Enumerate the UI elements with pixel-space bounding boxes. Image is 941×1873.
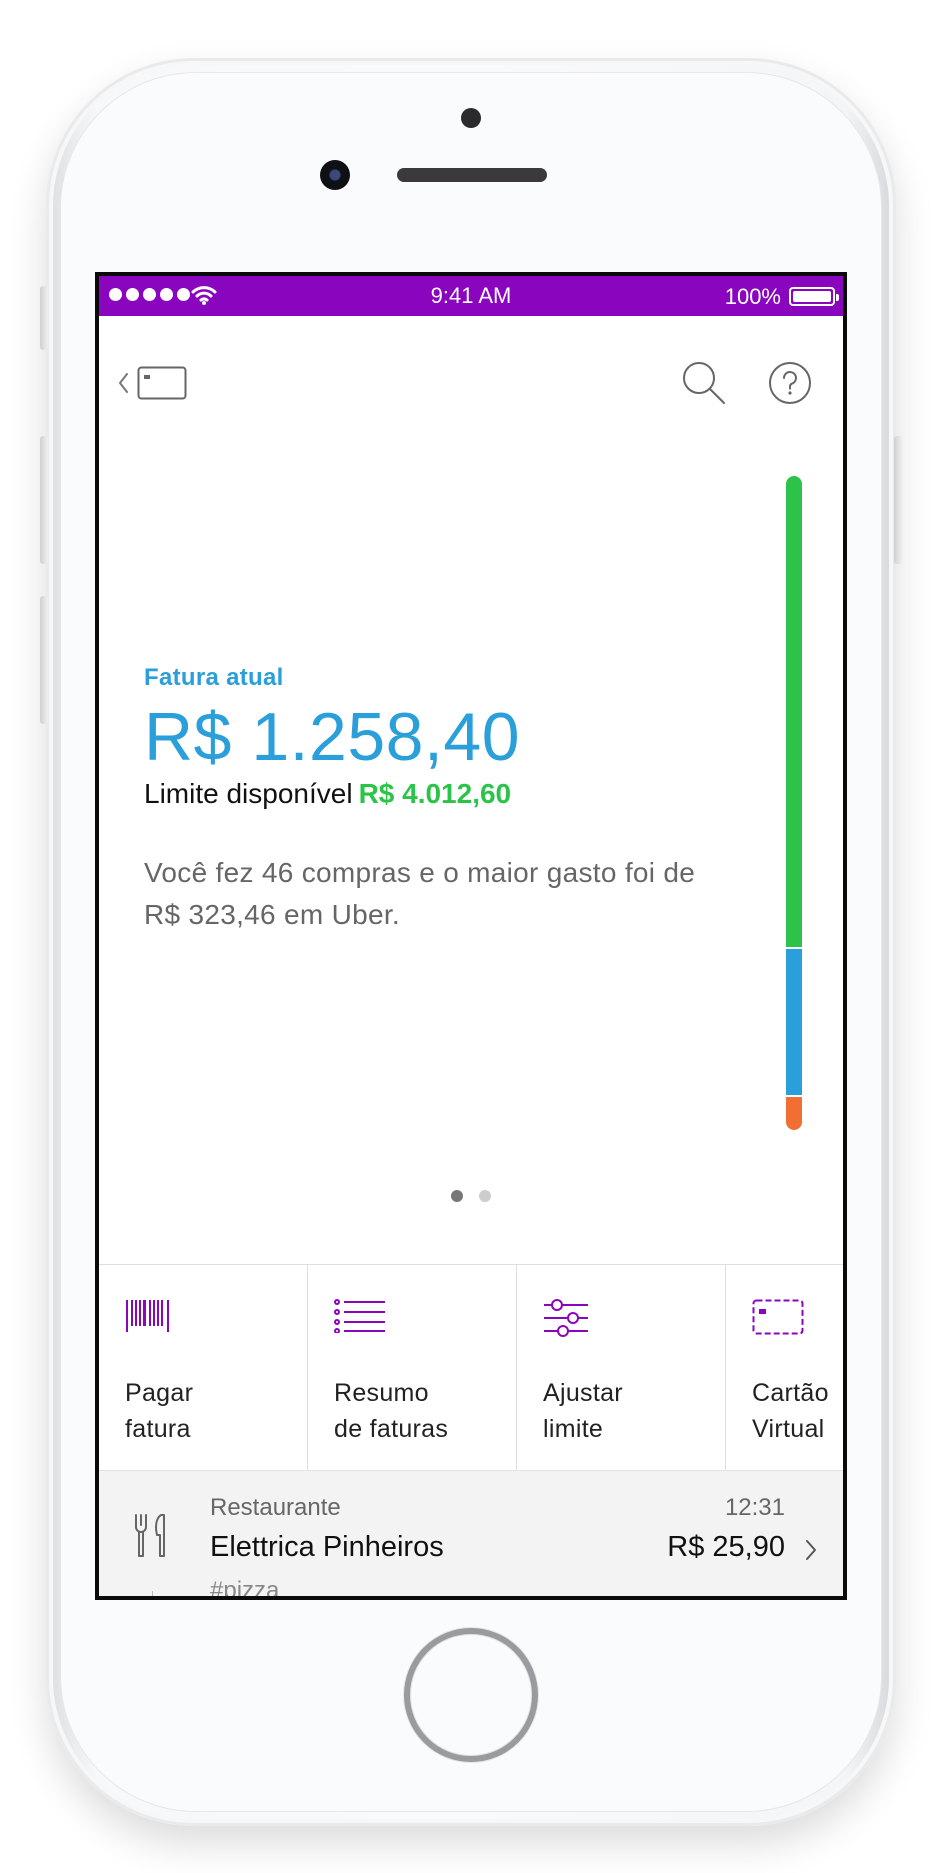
front-camera (320, 160, 350, 190)
invoice-label: Fatura atual (144, 664, 284, 691)
card-icon (137, 366, 187, 400)
sliders-icon (544, 1299, 588, 1337)
action-tiles: Pagar fatura Resumo de faturas Ajustar l… (99, 1264, 843, 1471)
adjust-limit-tile[interactable]: Ajustar limite (517, 1265, 726, 1471)
available-limit-label: Limite disponível (144, 778, 353, 809)
invoice-summary-label: Resumo de faturas (334, 1379, 449, 1443)
transaction-time: 12:31 (724, 1494, 785, 1521)
battery-icon (789, 287, 839, 306)
page-dot-2[interactable] (479, 1190, 491, 1202)
earpiece-speaker (397, 168, 547, 182)
limit-usage-bar (786, 476, 802, 1130)
available-limit-value: R$ 4.012,60 (358, 778, 512, 809)
transaction-tag: #pizza (210, 1577, 280, 1600)
transaction-amount: R$ 25,90 (667, 1531, 785, 1563)
mute-switch (40, 286, 48, 350)
status-bar: 9:41 AM 100% (99, 276, 843, 316)
limit-bar-segment-1 (786, 476, 802, 948)
volume-down-button (40, 596, 48, 724)
transaction-category: Restaurante (210, 1494, 341, 1521)
virtual-card-icon (752, 1299, 804, 1335)
help-button[interactable] (767, 360, 813, 406)
invoice-summary: Fatura atual R$ 1.258,40 Limite disponív… (144, 664, 724, 936)
chevron-left-icon (119, 373, 128, 393)
available-limit: Limite disponível R$ 4.012,60 (144, 778, 724, 810)
limit-bar-segment-3 (786, 1094, 802, 1130)
timeline-connector (152, 1591, 153, 1596)
power-button (894, 436, 902, 564)
invoice-amount: R$ 1.258,40 (144, 699, 521, 775)
page-dot-1[interactable] (451, 1190, 463, 1202)
proximity-sensor (461, 108, 481, 128)
back-button[interactable] (117, 364, 187, 404)
invoice-summary-tile[interactable]: Resumo de faturas (308, 1265, 517, 1471)
page-indicator[interactable] (99, 1190, 843, 1202)
transaction-merchant: Elettrica Pinheiros (210, 1531, 444, 1563)
volume-up-button (40, 436, 48, 564)
home-button[interactable] (404, 1628, 538, 1762)
search-icon (683, 362, 725, 404)
limit-bar-segment-2 (786, 947, 802, 1095)
adjust-limit-label: Ajustar limite (543, 1379, 623, 1443)
spending-description: Você fez 46 compras e o maior gasto foi … (144, 857, 696, 930)
pay-invoice-label: Pagar fatura (125, 1379, 194, 1443)
list-icon (334, 1299, 385, 1333)
transaction-row[interactable]: Restaurante 12:31 Elettrica Pinheiros R$… (99, 1470, 843, 1600)
pay-invoice-tile[interactable]: Pagar fatura (99, 1265, 308, 1471)
barcode-icon (126, 1300, 169, 1332)
search-button[interactable] (681, 360, 727, 406)
help-icon (769, 362, 811, 404)
virtual-card-label: Cartão Virtual (752, 1379, 829, 1443)
battery-percentage: 100% (724, 284, 781, 309)
app-screen: 9:41 AM 100% Fatura atual R$ 1.258,40 Li… (95, 272, 847, 1600)
virtual-card-tile[interactable]: Cartão Virtual (726, 1265, 843, 1471)
chevron-right-icon (806, 1540, 816, 1560)
cutlery-icon (135, 1514, 165, 1557)
